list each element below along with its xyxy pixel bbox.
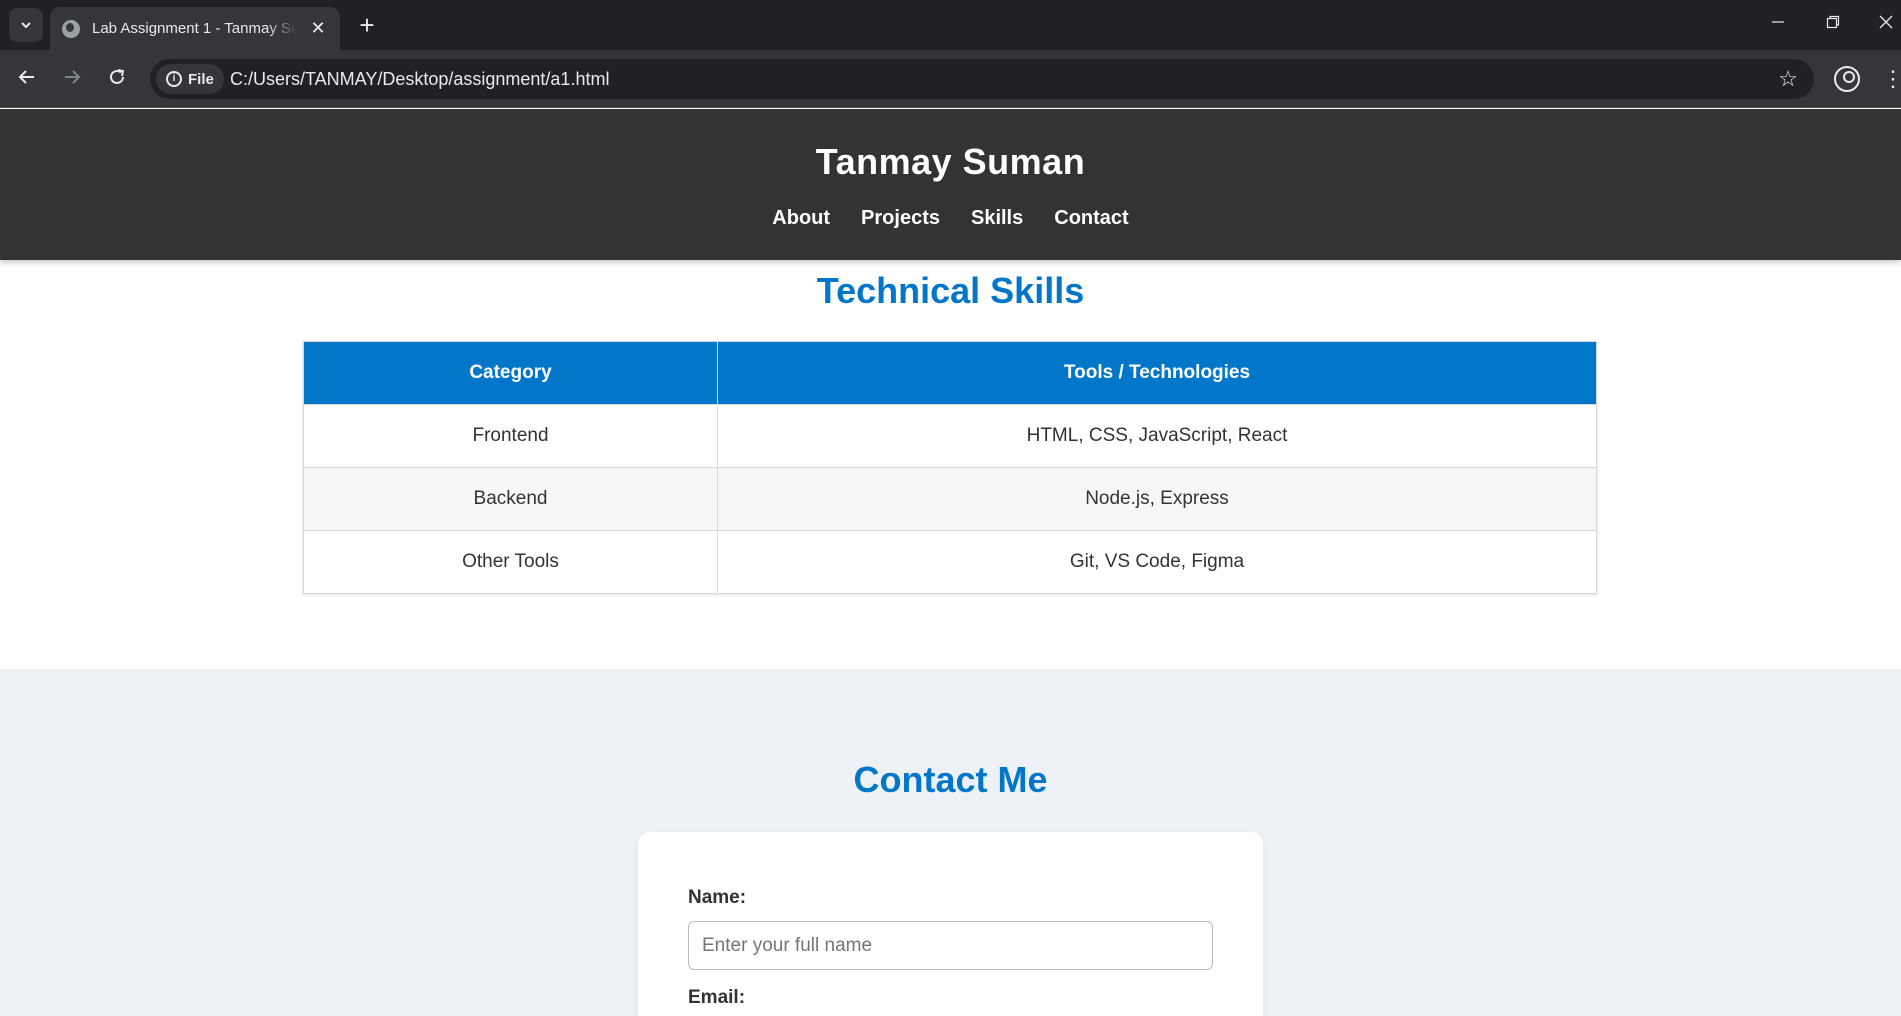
close-icon[interactable]: ✕ <box>308 18 328 39</box>
site-nav: About Projects Skills Contact <box>0 207 1901 230</box>
restore-icon[interactable] <box>1813 8 1853 38</box>
page-viewport: Tanmay Suman About Projects Skills Conta… <box>0 109 1901 1016</box>
column-header-category: Category <box>303 341 718 405</box>
category-cell: Frontend <box>303 404 718 468</box>
tools-cell: Git, VS Code, Figma <box>717 530 1597 594</box>
reload-icon[interactable] <box>102 64 132 94</box>
minimize-icon[interactable] <box>1758 8 1798 38</box>
email-label: Email: <box>688 987 746 1008</box>
window-close-icon[interactable] <box>1866 8 1901 38</box>
site-title: Tanmay Suman <box>815 141 1086 182</box>
skills-heading: Technical Skills <box>816 270 1085 311</box>
kebab-menu-icon[interactable]: ⋮ <box>1882 64 1901 94</box>
star-icon[interactable]: ☆ <box>1778 59 1798 99</box>
category-cell: Backend <box>303 467 718 531</box>
contact-heading: Contact Me <box>853 759 1048 800</box>
name-label: Name: <box>688 887 747 908</box>
skills-table: Category Tools / Technologies Frontend H… <box>303 341 1597 594</box>
table-row: Frontend HTML, CSS, JavaScript, React <box>303 404 1597 468</box>
globe-icon <box>62 19 80 38</box>
tools-cell: Node.js, Express <box>717 467 1597 531</box>
browser-toolbar: i File C:/Users/TANMAY/Desktop/assignmen… <box>0 50 1901 108</box>
tab-title: Lab Assignment 1 - Tanmay Suman <box>92 20 297 37</box>
chevron-down-icon <box>21 22 31 29</box>
contact-section: Contact Me Name: Email: <box>0 669 1901 1016</box>
nav-link-contact[interactable]: Contact <box>1054 207 1128 230</box>
site-info-chip[interactable]: i File <box>156 64 224 94</box>
nav-link-about[interactable]: About <box>772 207 830 230</box>
browser-tab-bar: Lab Assignment 1 - Tanmay Suman ✕ + <box>0 0 1901 50</box>
nav-link-skills[interactable]: Skills <box>971 207 1023 230</box>
plus-icon[interactable]: + <box>352 10 382 40</box>
forward-arrow-icon[interactable] <box>57 64 87 94</box>
site-chip-label: File <box>188 70 214 88</box>
address-bar[interactable]: i File C:/Users/TANMAY/Desktop/assignmen… <box>150 59 1814 99</box>
column-header-tools: Tools / Technologies <box>717 341 1597 405</box>
table-header-row: Category Tools / Technologies <box>303 341 1597 405</box>
back-arrow-icon[interactable] <box>12 64 42 94</box>
contact-form: Name: Email: <box>638 832 1263 1016</box>
nav-link-projects[interactable]: Projects <box>861 207 940 230</box>
tab-search-button[interactable] <box>9 8 43 42</box>
url-text[interactable]: C:/Users/TANMAY/Desktop/assignment/a1.ht… <box>230 59 609 99</box>
name-input[interactable] <box>688 921 1213 970</box>
tools-cell: HTML, CSS, JavaScript, React <box>717 404 1597 468</box>
table-row: Other Tools Git, VS Code, Figma <box>303 530 1597 594</box>
category-cell: Other Tools <box>303 530 718 594</box>
info-icon: i <box>166 71 182 87</box>
profile-icon[interactable] <box>1834 66 1860 92</box>
browser-tab[interactable]: Lab Assignment 1 - Tanmay Suman ✕ <box>50 7 340 50</box>
table-row: Backend Node.js, Express <box>303 467 1597 531</box>
site-header: Tanmay Suman About Projects Skills Conta… <box>0 109 1901 260</box>
